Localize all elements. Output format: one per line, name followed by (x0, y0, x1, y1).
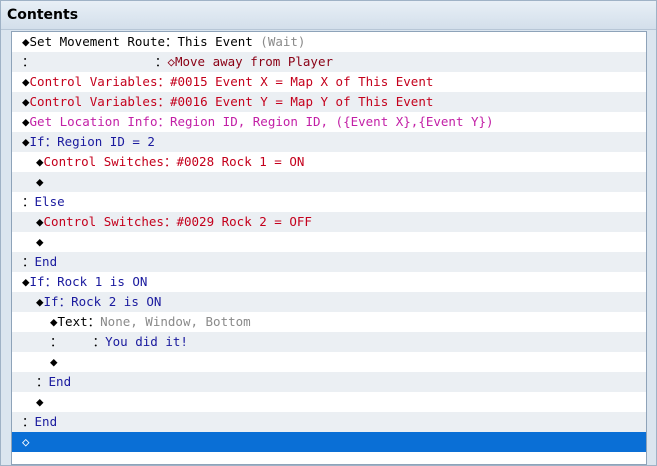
command-text: ： (163, 154, 177, 169)
command-text: ： (87, 314, 101, 329)
command-text: ： (157, 114, 170, 129)
command-text: ： (44, 134, 58, 149)
command-text: #0016 Event Y = Map Y of This Event (169, 94, 434, 109)
continuation-marker: ： (22, 414, 35, 429)
command-diamond-icon: ◆ (36, 234, 44, 249)
command-text: Control Variables (29, 94, 158, 109)
command-text: ： (62, 334, 106, 349)
command-row[interactable]: ◆Get Location Info：Region ID, Region ID,… (12, 112, 646, 132)
command-row[interactable]: ◆Control Switches：#0028 Rock 1 = ON (12, 152, 646, 172)
command-diamond-icon: ◇ (22, 434, 30, 449)
continuation-marker: ： (50, 334, 63, 349)
command-row[interactable]: ◆If：Rock 1 is ON (12, 272, 646, 292)
command-row[interactable]: ◆ (12, 172, 646, 192)
command-row[interactable]: ◆ (12, 392, 646, 412)
command-row[interactable]: ◆ (12, 352, 646, 372)
command-text: Rock 1 is ON (57, 274, 148, 289)
command-row[interactable]: ◆ (12, 232, 646, 252)
contents-title: Contents (7, 7, 79, 23)
command-text: End (48, 374, 72, 389)
command-text: ： (163, 214, 177, 229)
command-diamond-icon: ◆ (50, 354, 58, 369)
command-row[interactable]: ◆Control Switches：#0029 Rock 2 = OFF (12, 212, 646, 232)
command-text: Rock 2 is ON (71, 294, 162, 309)
command-row[interactable]: ：End (12, 372, 646, 392)
command-diamond-icon: ◆ (22, 74, 30, 89)
command-row[interactable]: ◆If：Region ID = 2 (12, 132, 646, 152)
command-diamond-icon: ◆ (22, 134, 30, 149)
command-row[interactable]: ： ：You did it! (12, 332, 646, 352)
command-text: ： (157, 74, 170, 89)
continuation-marker: ： (22, 54, 35, 69)
command-row[interactable]: ：Else (12, 192, 646, 212)
command-diamond-icon: ◆ (36, 154, 44, 169)
command-row[interactable]: ： ：◇Move away from Player (12, 52, 646, 72)
command-row[interactable]: ◆If：Rock 2 is ON (12, 292, 646, 312)
command-text: If (43, 294, 59, 309)
command-text: (Wait) (252, 34, 306, 49)
command-diamond-icon: ◆ (22, 94, 30, 109)
command-text: #0028 Rock 1 = ON (176, 154, 305, 169)
command-text: Region ID, Region ID, ({Event X},{Event … (169, 114, 494, 129)
continuation-marker: ： (22, 254, 35, 269)
command-diamond-icon: ◆ (22, 114, 30, 129)
command-row[interactable]: ◆Text：None, Window, Bottom (12, 312, 646, 332)
command-text: ： (44, 274, 58, 289)
command-text: ： (58, 294, 72, 309)
command-text: ◇Move away from Player (167, 54, 334, 69)
command-diamond-icon: ◆ (36, 394, 44, 409)
contents-panel: Contents ◆Set Movement Route：This Event … (0, 0, 657, 466)
command-text: ： (165, 34, 178, 49)
command-row[interactable]: ：End (12, 412, 646, 432)
command-text: You did it! (105, 334, 188, 349)
command-text: #0029 Rock 2 = OFF (176, 214, 312, 229)
command-row[interactable]: ：End (12, 252, 646, 272)
command-diamond-icon: ◆ (50, 314, 58, 329)
command-text: End (34, 414, 58, 429)
command-text: ： (34, 54, 168, 69)
command-row[interactable]: ◆Set Movement Route：This Event (Wait) (12, 32, 646, 52)
command-text: None, Window, Bottom (100, 314, 251, 329)
command-text: ： (157, 94, 170, 109)
command-row[interactable]: ◆Control Variables：#0015 Event X = Map X… (12, 72, 646, 92)
command-text: #0015 Event X = Map X of This Event (169, 74, 434, 89)
command-text: If (29, 134, 45, 149)
command-diamond-icon: ◆ (22, 274, 30, 289)
command-diamond-icon: ◆ (22, 34, 30, 49)
command-row-selected[interactable]: ◇ (12, 432, 646, 452)
event-command-list[interactable]: ◆Set Movement Route：This Event (Wait)： ：… (11, 31, 647, 465)
command-text: Region ID = 2 (57, 134, 155, 149)
command-text: End (34, 254, 58, 269)
command-row[interactable]: ◆Control Variables：#0016 Event Y = Map Y… (12, 92, 646, 112)
command-diamond-icon: ◆ (36, 174, 44, 189)
command-text: This Event (177, 34, 253, 49)
command-text: Else (34, 194, 65, 209)
command-text: If (29, 274, 45, 289)
continuation-marker: ： (36, 374, 49, 389)
command-text: Text (57, 314, 88, 329)
command-text: Control Switches (43, 154, 164, 169)
continuation-marker: ： (22, 194, 35, 209)
command-diamond-icon: ◆ (36, 214, 44, 229)
command-diamond-icon: ◆ (36, 294, 44, 309)
command-text: Control Switches (43, 214, 164, 229)
command-text: Set Movement Route (29, 34, 165, 49)
command-text: Get Location Info (29, 114, 158, 129)
command-text: Control Variables (29, 74, 158, 89)
contents-header: Contents (1, 1, 656, 30)
